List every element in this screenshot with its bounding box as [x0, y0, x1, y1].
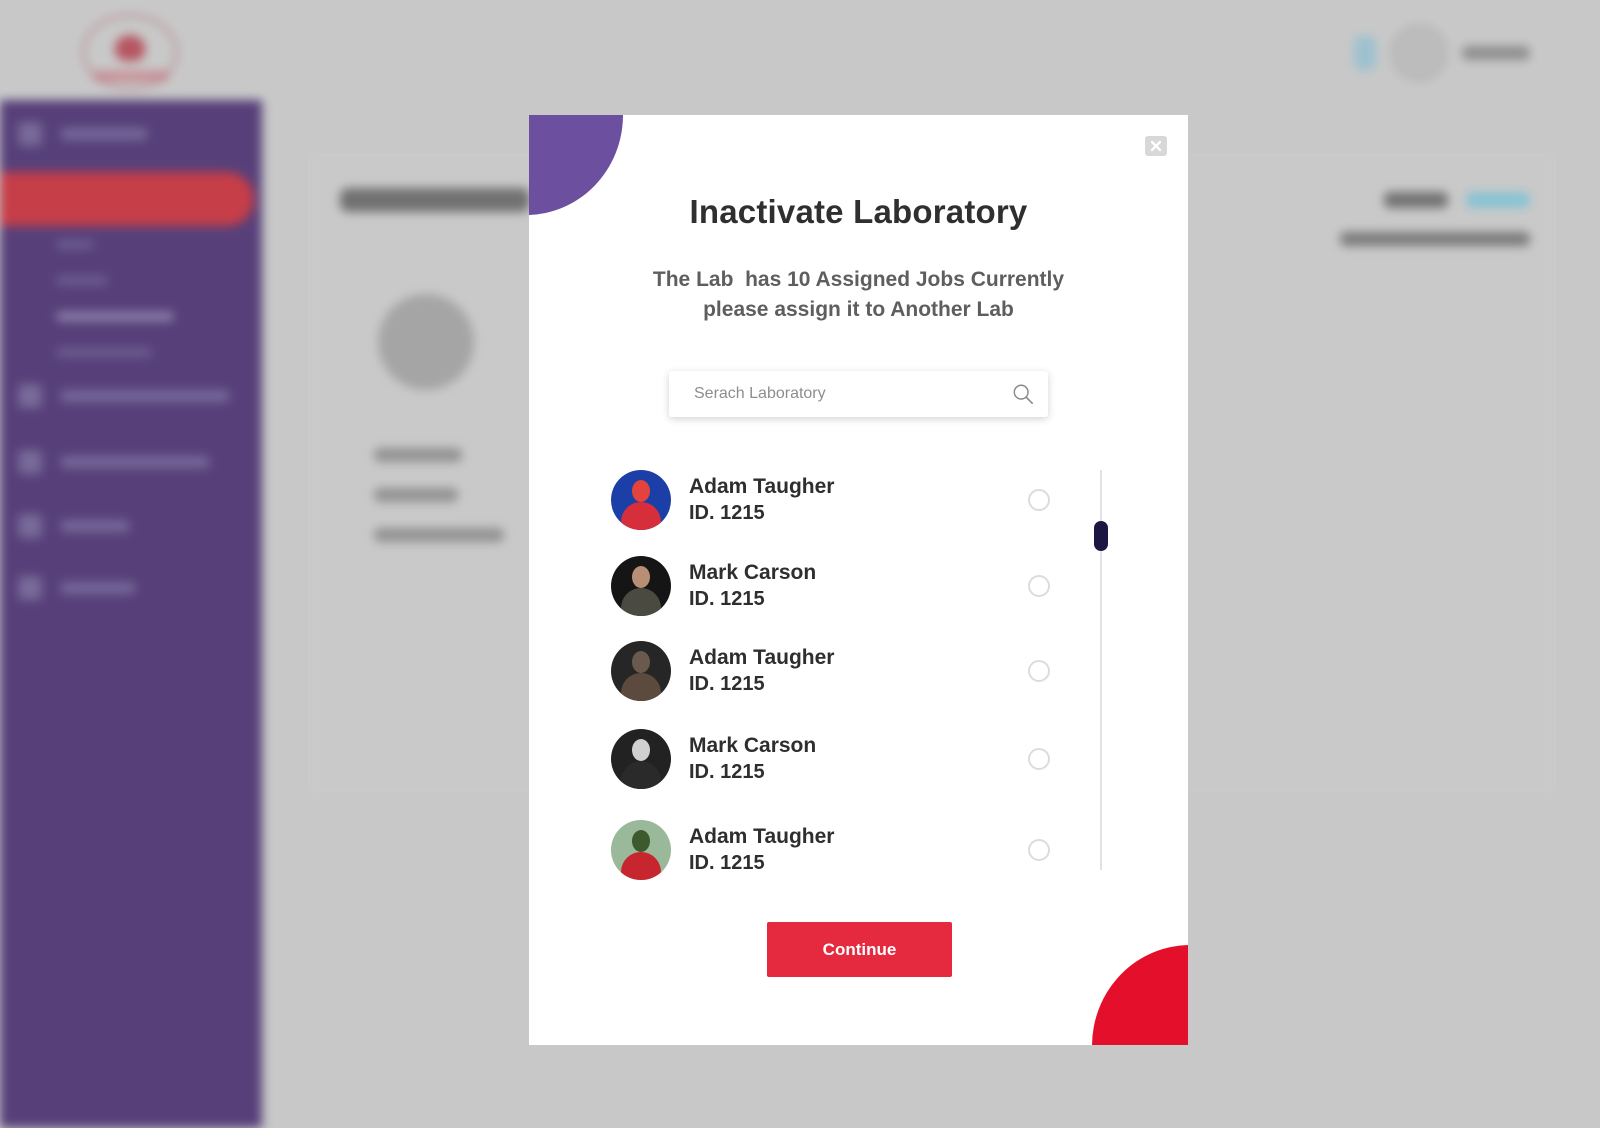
lab-id: ID. 1215 [689, 852, 765, 874]
lab-id: ID. 1215 [689, 588, 765, 610]
avatar [611, 556, 671, 616]
list-item[interactable]: Mark Carson ID. 1215 [611, 729, 1051, 789]
search-input[interactable] [694, 385, 1012, 403]
lab-id: ID. 1215 [689, 673, 765, 695]
search-icon[interactable] [1012, 383, 1034, 405]
lab-name: Adam Taugher [689, 646, 835, 669]
close-button[interactable] [1145, 136, 1167, 156]
lab-radio[interactable] [1028, 748, 1050, 770]
close-icon [1150, 140, 1162, 152]
lab-id: ID. 1215 [689, 761, 765, 783]
list-item[interactable]: Mark Carson ID. 1215 [611, 556, 1051, 616]
lab-radio[interactable] [1028, 489, 1050, 511]
lab-radio[interactable] [1028, 660, 1050, 682]
avatar [611, 820, 671, 880]
description-line-2: please assign it to Another Lab [703, 298, 1014, 321]
lab-name: Adam Taugher [689, 475, 835, 498]
list-item[interactable]: Adam Taugher ID. 1215 [611, 641, 1051, 701]
lab-radio[interactable] [1028, 839, 1050, 861]
lab-name: Mark Carson [689, 561, 817, 584]
modal-title: Inactivate Laboratory [689, 193, 1028, 230]
lab-name: Mark Carson [689, 734, 817, 757]
avatar [611, 729, 671, 789]
list-item[interactable]: Adam Taugher ID. 1215 [611, 470, 1051, 530]
scrollbar-thumb[interactable] [1094, 521, 1108, 551]
description-line-1: The Lab has 10 Assigned Jobs Currently [652, 268, 1065, 291]
avatar [611, 470, 671, 530]
lab-name: Adam Taugher [689, 825, 835, 848]
list-item[interactable]: Adam Taugher ID. 1215 [611, 820, 1051, 880]
inactivate-laboratory-modal: Inactivate Laboratory The Lab has 10 Ass… [529, 115, 1188, 1045]
decor-circle-red [1092, 945, 1188, 1045]
lab-id: ID. 1215 [689, 502, 765, 524]
modal-description: The Lab has 10 Assigned Jobs Currently p… [529, 265, 1188, 325]
continue-button[interactable]: Continue [767, 922, 952, 977]
avatar [611, 641, 671, 701]
search-field [669, 371, 1048, 417]
lab-radio[interactable] [1028, 575, 1050, 597]
